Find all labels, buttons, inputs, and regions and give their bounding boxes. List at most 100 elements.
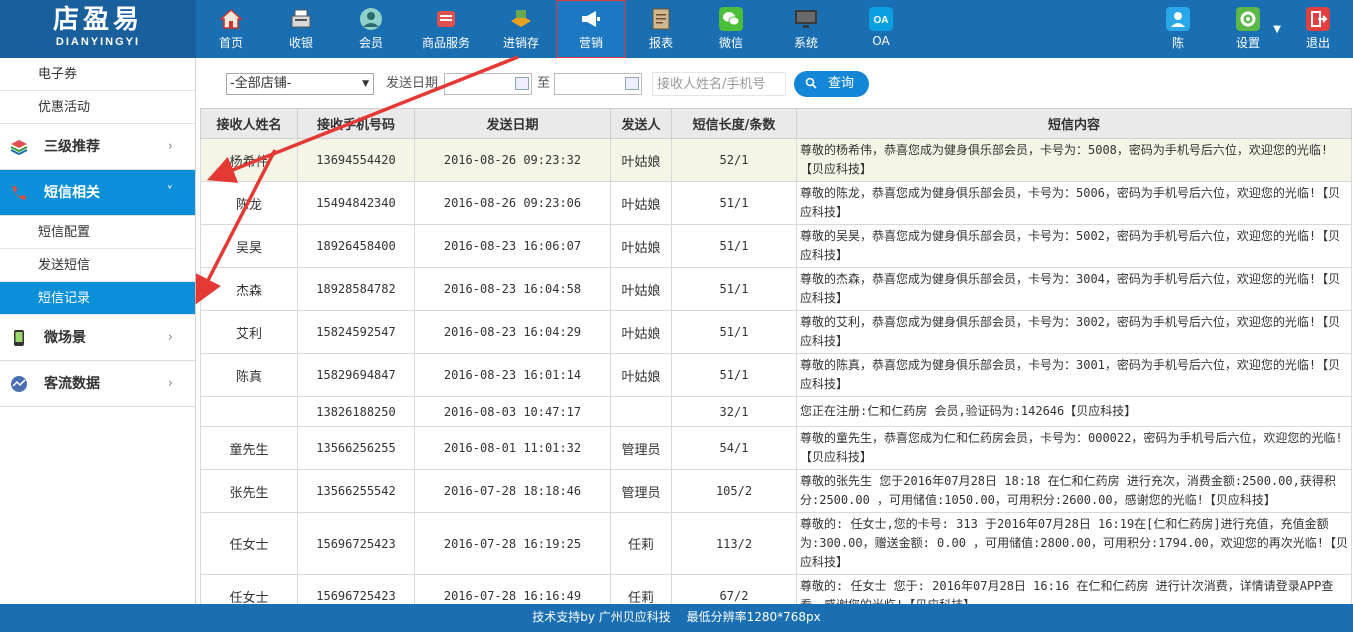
header-sms-content: 短信内容 bbox=[796, 108, 1352, 139]
brand-logo[interactable]: 店盈易 DIANYINGYI bbox=[0, 0, 196, 58]
cell-length: 54/1 bbox=[671, 426, 797, 470]
nav-report[interactable]: 报表 bbox=[626, 0, 696, 58]
table-row[interactable]: 张先生 13566255542 2016-07-28 18:18:46 管理员 … bbox=[200, 469, 1352, 513]
cell-length: 52/1 bbox=[671, 138, 797, 182]
cell-name: 任女士 bbox=[200, 574, 298, 604]
cell-length: 105/2 bbox=[671, 469, 797, 513]
store-select-value: -全部店铺- bbox=[230, 76, 292, 91]
chevron-right-icon: › bbox=[167, 330, 173, 345]
nav-logout[interactable]: 退出 bbox=[1283, 0, 1353, 58]
table-body: 杨希伟 13694554420 2016-08-26 09:23:32 叶姑娘 … bbox=[200, 138, 1352, 604]
cell-date: 2016-08-23 16:04:58 bbox=[414, 267, 611, 311]
cell-phone: 15696725423 bbox=[297, 574, 415, 604]
sms-records-table: 接收人姓名 接收手机号码 发送日期 发送人 短信长度/条数 短信内容 杨希伟 1… bbox=[200, 108, 1352, 604]
nav-home[interactable]: 首页 bbox=[196, 0, 266, 58]
cell-name: 张先生 bbox=[200, 469, 298, 513]
cell-sender: 叶姑娘 bbox=[610, 181, 672, 225]
nav-member[interactable]: 会员 bbox=[336, 0, 406, 58]
cell-content: 您正在注册:仁和仁药房 会员,验证码为:142646【贝应科技】 bbox=[796, 396, 1352, 427]
sidebar-item-promotion[interactable]: 优惠活动 bbox=[0, 91, 195, 124]
sidebar-group-micro-scene[interactable]: 微场景 › bbox=[0, 315, 195, 361]
search-input[interactable]: 接收人姓名/手机号 bbox=[652, 72, 786, 96]
cell-content: 尊敬的陈龙，恭喜您成为健身俱乐部会员，卡号为：5006，密码为手机号后六位，欢迎… bbox=[796, 181, 1352, 225]
calendar-icon[interactable] bbox=[625, 77, 639, 90]
nav-oa[interactable]: OA OA bbox=[846, 0, 916, 58]
logo-main-text: 店盈易 bbox=[52, 5, 143, 35]
nav-system[interactable]: 系统 bbox=[766, 0, 846, 58]
sidebar-group-sms[interactable]: 短信相关 ˅ bbox=[0, 170, 195, 216]
cell-content: 尊敬的: 任女士 您于: 2016年07月28日 16:16 在仁和仁药房 进行… bbox=[796, 574, 1352, 604]
wechat-icon bbox=[719, 7, 743, 31]
header-receiver-phone: 接收手机号码 bbox=[297, 108, 415, 139]
cell-content: 尊敬的张先生 您于2016年07月28日 18:18 在仁和仁药房 进行充次，消… bbox=[796, 469, 1352, 513]
table-row[interactable]: 杨希伟 13694554420 2016-08-26 09:23:32 叶姑娘 … bbox=[200, 138, 1352, 182]
table-row[interactable]: 任女士 15696725423 2016-07-28 16:16:49 任莉 6… bbox=[200, 574, 1352, 604]
chevron-down-icon: ˅ bbox=[166, 185, 174, 200]
settings-dropdown-icon[interactable]: ▼ bbox=[1273, 24, 1281, 35]
sidebar-group-traffic[interactable]: 客流数据 › bbox=[0, 361, 195, 407]
cell-sender: 叶姑娘 bbox=[610, 353, 672, 397]
cell-name: 艾利 bbox=[200, 310, 298, 354]
nav-cashier[interactable]: 收银 bbox=[266, 0, 336, 58]
header-sms-length: 短信长度/条数 bbox=[671, 108, 797, 139]
table-row[interactable]: 童先生 13566256255 2016-08-01 11:01:32 管理员 … bbox=[200, 426, 1352, 470]
query-button[interactable]: 查询 bbox=[794, 71, 869, 97]
nav-goods[interactable]: 商品服务 bbox=[406, 0, 486, 58]
cell-content: 尊敬的杨希伟，恭喜您成为健身俱乐部会员，卡号为：5008，密码为手机号后六位，欢… bbox=[796, 138, 1352, 182]
table-row[interactable]: 杰森 18928584782 2016-08-23 16:04:58 叶姑娘 5… bbox=[200, 267, 1352, 311]
sidebar-item-coupon[interactable]: 电子券 bbox=[0, 58, 195, 91]
header-sender: 发送人 bbox=[610, 108, 672, 139]
nav-marketing[interactable]: 营销 bbox=[556, 0, 626, 58]
oa-icon: OA bbox=[869, 7, 893, 31]
nav-member-label: 会员 bbox=[358, 36, 383, 50]
cell-content: 尊敬的艾利，恭喜您成为健身俱乐部会员，卡号为：3002，密码为手机号后六位，欢迎… bbox=[796, 310, 1352, 354]
table-row[interactable]: 陈龙 15494842340 2016-08-26 09:23:06 叶姑娘 5… bbox=[200, 181, 1352, 225]
table-row[interactable]: 13826188250 2016-08-03 10:47:17 32/1 您正在… bbox=[200, 396, 1352, 427]
cell-date: 2016-08-23 16:01:14 bbox=[414, 353, 611, 397]
table-row[interactable]: 陈真 15829694847 2016-08-23 16:01:14 叶姑娘 5… bbox=[200, 353, 1352, 397]
cell-date: 2016-08-03 10:47:17 bbox=[414, 396, 611, 427]
table-header-row: 接收人姓名 接收手机号码 发送日期 发送人 短信长度/条数 短信内容 bbox=[200, 108, 1352, 139]
sidebar-item-sms-records[interactable]: 短信记录 bbox=[0, 282, 195, 315]
svg-text:OA: OA bbox=[874, 15, 889, 26]
nav-settings[interactable]: 设置 ▼ bbox=[1213, 0, 1283, 58]
nav-inventory[interactable]: 进销存 bbox=[486, 0, 556, 58]
nav-wechat-label: 微信 bbox=[718, 36, 743, 50]
cell-content: 尊敬的童先生，恭喜您成为仁和仁药房会员，卡号为：000022，密码为手机号后六位… bbox=[796, 426, 1352, 470]
cell-phone: 15829694847 bbox=[297, 353, 415, 397]
cell-length: 51/1 bbox=[671, 224, 797, 268]
nav-wechat[interactable]: 微信 bbox=[696, 0, 766, 58]
footer: 技术支持by 广州贝应科技 最低分辨率1280*768px bbox=[0, 604, 1353, 632]
cell-sender: 管理员 bbox=[610, 469, 672, 513]
nav-user[interactable]: 陈 bbox=[1143, 0, 1213, 58]
sidebar-group-micro-scene-label: 微场景 bbox=[44, 330, 86, 346]
logo-sub-text: DIANYINGYI bbox=[55, 36, 141, 48]
cell-content: 尊敬的: 任女士,您的卡号: 313 于2016年07月28日 16:19在[仁… bbox=[796, 512, 1352, 575]
date-to-input[interactable] bbox=[554, 73, 642, 95]
cell-name: 任女士 bbox=[200, 512, 298, 575]
table-row[interactable]: 任女士 15696725423 2016-07-28 16:19:25 任莉 1… bbox=[200, 512, 1352, 575]
sidebar-group-referral[interactable]: 三级推荐 › bbox=[0, 124, 195, 170]
phone-icon bbox=[12, 186, 26, 200]
sidebar-item-send-sms[interactable]: 发送短信 bbox=[0, 249, 195, 282]
cell-phone: 13826188250 bbox=[297, 396, 415, 427]
table-row[interactable]: 艾利 15824592547 2016-08-23 16:04:29 叶姑娘 5… bbox=[200, 310, 1352, 354]
store-select[interactable]: -全部店铺- ▼ bbox=[226, 73, 374, 95]
cell-sender: 叶姑娘 bbox=[610, 310, 672, 354]
nav-marketing-label: 营销 bbox=[578, 36, 603, 50]
sidebar-item-sms-config[interactable]: 短信配置 bbox=[0, 216, 195, 249]
nav-cashier-label: 收银 bbox=[288, 36, 313, 50]
chevron-right-icon: › bbox=[167, 139, 173, 154]
goods-icon bbox=[437, 11, 455, 27]
header-send-date: 发送日期 bbox=[414, 108, 611, 139]
cell-length: 51/1 bbox=[671, 267, 797, 311]
sidebar: 电子券 优惠活动 三级推荐 › 短信相关 ˅ 短信配置 发送短信 短信记录 微场… bbox=[0, 58, 196, 604]
cash-register-icon bbox=[291, 9, 311, 28]
table-row[interactable]: 吴昊 18926458400 2016-08-23 16:06:07 叶姑娘 5… bbox=[200, 224, 1352, 268]
date-from-input[interactable] bbox=[444, 73, 532, 95]
nav-settings-label: 设置 bbox=[1235, 36, 1260, 50]
calendar-icon[interactable] bbox=[515, 77, 529, 90]
nav-report-label: 报表 bbox=[648, 36, 673, 50]
query-button-label: 查询 bbox=[828, 76, 855, 91]
cell-date: 2016-07-28 16:16:49 bbox=[414, 574, 611, 604]
